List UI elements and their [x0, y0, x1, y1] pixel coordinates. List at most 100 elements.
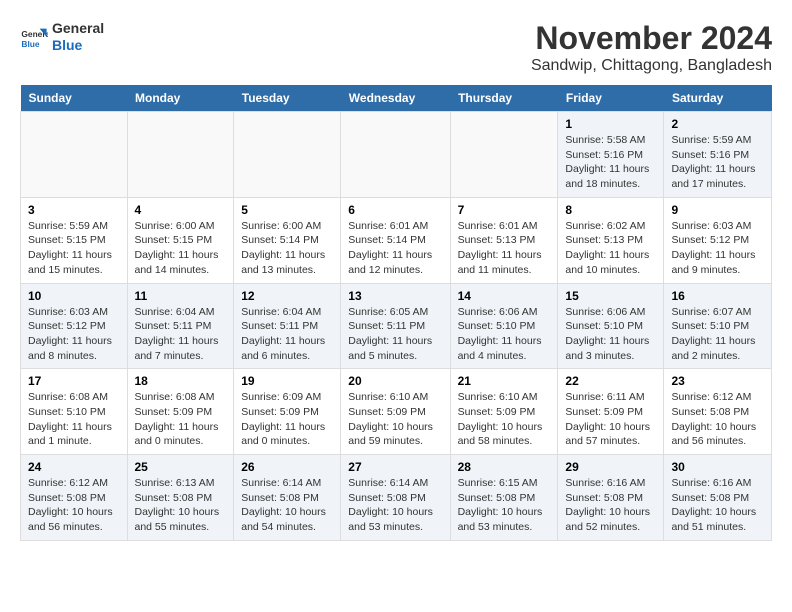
calendar-cell: [127, 112, 234, 198]
day-number: 25: [135, 460, 227, 474]
day-info: Sunrise: 6:01 AM Sunset: 5:13 PM Dayligh…: [458, 219, 551, 278]
title-section: November 2024 Sandwip, Chittagong, Bangl…: [531, 20, 772, 75]
day-number: 16: [671, 289, 764, 303]
calendar-cell: 29Sunrise: 6:16 AM Sunset: 5:08 PM Dayli…: [558, 455, 664, 541]
calendar-cell: 9 Sunrise: 6:03 AM Sunset: 5:12 PM Daylig…: [664, 197, 772, 283]
day-number: 22: [565, 374, 656, 388]
day-info: Sunrise: 6:12 AM Sunset: 5:08 PM Dayligh…: [28, 476, 120, 535]
calendar-cell: 16 Sunrise: 6:07 AM Sunset: 5:10 PM Dayli…: [664, 283, 772, 369]
day-info: Sunrise: 6:06 AM Sunset: 5:10 PM Dayligh…: [565, 305, 656, 364]
calendar-cell: 2 Sunrise: 5:59 AM Sunset: 5:16 PM Daylig…: [664, 112, 772, 198]
calendar-week-row: 10Sunrise: 6:03 AM Sunset: 5:12 PM Dayli…: [21, 283, 772, 369]
calendar-cell: 14 Sunrise: 6:06 AM Sunset: 5:10 PM Dayli…: [450, 283, 558, 369]
calendar-cell: 17Sunrise: 6:08 AM Sunset: 5:10 PM Dayli…: [21, 369, 128, 455]
logo: General Blue General Blue: [20, 20, 104, 54]
day-info: Sunrise: 6:04 AM Sunset: 5:11 PM Dayligh…: [135, 305, 227, 364]
calendar-cell: 22Sunrise: 6:11 AM Sunset: 5:09 PM Dayli…: [558, 369, 664, 455]
day-number: 15: [565, 289, 656, 303]
day-info: Sunrise: 6:04 AM Sunset: 5:11 PM Dayligh…: [241, 305, 333, 364]
column-header-wednesday: Wednesday: [341, 85, 450, 112]
calendar-cell: 6 Sunrise: 6:01 AM Sunset: 5:14 PM Daylig…: [341, 197, 450, 283]
day-info: Sunrise: 5:58 AM Sunset: 5:16 PM Dayligh…: [565, 133, 656, 192]
calendar-cell: 13 Sunrise: 6:05 AM Sunset: 5:11 PM Dayli…: [341, 283, 450, 369]
calendar-cell: 19 Sunrise: 6:09 AM Sunset: 5:09 PM Dayli…: [234, 369, 341, 455]
day-number: 13: [348, 289, 442, 303]
day-number: 27: [348, 460, 442, 474]
calendar-cell: [341, 112, 450, 198]
day-info: Sunrise: 6:05 AM Sunset: 5:11 PM Dayligh…: [348, 305, 442, 364]
location-subtitle: Sandwip, Chittagong, Bangladesh: [531, 57, 772, 75]
calendar-cell: 5 Sunrise: 6:00 AM Sunset: 5:14 PM Daylig…: [234, 197, 341, 283]
day-number: 1: [565, 117, 656, 131]
calendar-cell: 10Sunrise: 6:03 AM Sunset: 5:12 PM Dayli…: [21, 283, 128, 369]
day-number: 4: [135, 203, 227, 217]
calendar-cell: 30Sunrise: 6:16 AM Sunset: 5:08 PM Dayli…: [664, 455, 772, 541]
day-number: 19: [241, 374, 333, 388]
calendar-cell: [21, 112, 128, 198]
day-info: Sunrise: 6:00 AM Sunset: 5:14 PM Dayligh…: [241, 219, 333, 278]
day-number: 26: [241, 460, 333, 474]
day-info: Sunrise: 6:16 AM Sunset: 5:08 PM Dayligh…: [671, 476, 764, 535]
calendar-cell: [450, 112, 558, 198]
calendar-table: SundayMondayTuesdayWednesdayThursdayFrid…: [20, 85, 772, 541]
day-number: 18: [135, 374, 227, 388]
day-number: 8: [565, 203, 656, 217]
day-info: Sunrise: 6:14 AM Sunset: 5:08 PM Dayligh…: [241, 476, 333, 535]
day-number: 29: [565, 460, 656, 474]
day-info: Sunrise: 6:08 AM Sunset: 5:10 PM Dayligh…: [28, 390, 120, 449]
day-info: Sunrise: 6:01 AM Sunset: 5:14 PM Dayligh…: [348, 219, 442, 278]
calendar-cell: 18 Sunrise: 6:08 AM Sunset: 5:09 PM Dayli…: [127, 369, 234, 455]
calendar-cell: 28 Sunrise: 6:15 AM Sunset: 5:08 PM Dayli…: [450, 455, 558, 541]
day-number: 11: [135, 289, 227, 303]
day-number: 6: [348, 203, 442, 217]
day-info: Sunrise: 5:59 AM Sunset: 5:16 PM Dayligh…: [671, 133, 764, 192]
day-number: 23: [671, 374, 764, 388]
calendar-cell: 25 Sunrise: 6:13 AM Sunset: 5:08 PM Dayli…: [127, 455, 234, 541]
column-header-thursday: Thursday: [450, 85, 558, 112]
column-header-tuesday: Tuesday: [234, 85, 341, 112]
page-header: General Blue General Blue November 2024 …: [20, 20, 772, 75]
calendar-cell: 24 Sunrise: 6:12 AM Sunset: 5:08 PM Dayli…: [21, 455, 128, 541]
day-info: Sunrise: 6:03 AM Sunset: 5:12 PM Dayligh…: [671, 219, 764, 278]
column-header-sunday: Sunday: [21, 85, 128, 112]
calendar-cell: 11 Sunrise: 6:04 AM Sunset: 5:11 PM Dayli…: [127, 283, 234, 369]
day-info: Sunrise: 6:06 AM Sunset: 5:10 PM Dayligh…: [458, 305, 551, 364]
day-number: 21: [458, 374, 551, 388]
calendar-cell: 4 Sunrise: 6:00 AM Sunset: 5:15 PM Daylig…: [127, 197, 234, 283]
column-header-friday: Friday: [558, 85, 664, 112]
calendar-cell: 12Sunrise: 6:04 AM Sunset: 5:11 PM Dayli…: [234, 283, 341, 369]
calendar-header-row: SundayMondayTuesdayWednesdayThursdayFrid…: [21, 85, 772, 112]
calendar-cell: [234, 112, 341, 198]
day-info: Sunrise: 6:10 AM Sunset: 5:09 PM Dayligh…: [458, 390, 551, 449]
day-info: Sunrise: 6:02 AM Sunset: 5:13 PM Dayligh…: [565, 219, 656, 278]
calendar-cell: 21 Sunrise: 6:10 AM Sunset: 5:09 PM Dayli…: [450, 369, 558, 455]
calendar-cell: 26 Sunrise: 6:14 AM Sunset: 5:08 PM Dayli…: [234, 455, 341, 541]
calendar-cell: 3Sunrise: 5:59 AM Sunset: 5:15 PM Daylig…: [21, 197, 128, 283]
day-info: Sunrise: 6:08 AM Sunset: 5:09 PM Dayligh…: [135, 390, 227, 449]
day-number: 9: [671, 203, 764, 217]
day-number: 20: [348, 374, 442, 388]
day-number: 7: [458, 203, 551, 217]
day-number: 28: [458, 460, 551, 474]
day-info: Sunrise: 6:00 AM Sunset: 5:15 PM Dayligh…: [135, 219, 227, 278]
column-header-monday: Monday: [127, 85, 234, 112]
day-info: Sunrise: 5:59 AM Sunset: 5:15 PM Dayligh…: [28, 219, 120, 278]
day-info: Sunrise: 6:14 AM Sunset: 5:08 PM Dayligh…: [348, 476, 442, 535]
day-number: 2: [671, 117, 764, 131]
day-number: 14: [458, 289, 551, 303]
calendar-cell: 23Sunrise: 6:12 AM Sunset: 5:08 PM Dayli…: [664, 369, 772, 455]
day-info: Sunrise: 6:07 AM Sunset: 5:10 PM Dayligh…: [671, 305, 764, 364]
calendar-cell: 27 Sunrise: 6:14 AM Sunset: 5:08 PM Dayli…: [341, 455, 450, 541]
day-info: Sunrise: 6:09 AM Sunset: 5:09 PM Dayligh…: [241, 390, 333, 449]
svg-text:Blue: Blue: [21, 39, 39, 49]
calendar-cell: 8 Sunrise: 6:02 AM Sunset: 5:13 PM Daylig…: [558, 197, 664, 283]
day-info: Sunrise: 6:15 AM Sunset: 5:08 PM Dayligh…: [458, 476, 551, 535]
day-info: Sunrise: 6:13 AM Sunset: 5:08 PM Dayligh…: [135, 476, 227, 535]
day-number: 5: [241, 203, 333, 217]
calendar-cell: 15 Sunrise: 6:06 AM Sunset: 5:10 PM Dayli…: [558, 283, 664, 369]
calendar-cell: 20Sunrise: 6:10 AM Sunset: 5:09 PM Dayli…: [341, 369, 450, 455]
day-number: 24: [28, 460, 120, 474]
calendar-week-row: 24 Sunrise: 6:12 AM Sunset: 5:08 PM Dayli…: [21, 455, 772, 541]
logo-icon: General Blue: [20, 23, 48, 51]
calendar-cell: 1 Sunrise: 5:58 AM Sunset: 5:16 PM Daylig…: [558, 112, 664, 198]
